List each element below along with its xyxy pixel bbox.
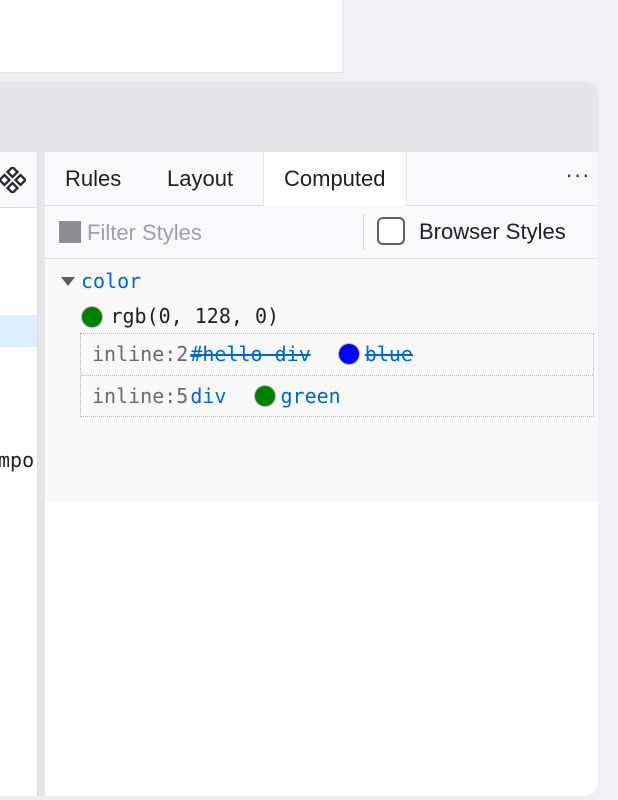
property-name: color [81,269,142,293]
sidebar-tabbar: Rules Layout Computed ··· [45,152,598,206]
matched-value: green [280,384,341,408]
twisty-expanded-icon[interactable] [61,277,75,287]
inspector-markup-panel: mpor [0,152,38,796]
matched-value: blue [364,342,413,366]
selected-markup-node[interactable] [0,315,37,347]
tab-computed[interactable]: Computed [263,152,407,206]
stylesheet-link[interactable]: inline:2 [92,342,188,366]
sidebar-panel: Rules Layout Computed ··· Browser Styles… [45,152,598,796]
pick-element-icon[interactable] [0,167,26,193]
computed-value: rgb(0, 128, 0) [110,304,280,328]
matched-selector-row: inline:5 div green [81,376,593,417]
computed-value-row: rgb(0, 128, 0) [82,302,279,330]
devtools-panel: mpor Rules Layout Computed ··· Browser S… [0,82,598,796]
stylesheet-link[interactable]: inline:5 [92,384,188,408]
color-swatch[interactable] [338,343,359,364]
toolbar-divider [363,214,364,250]
color-swatch[interactable] [254,385,275,406]
computed-property-row[interactable]: color [61,267,141,295]
browser-styles-label[interactable]: Browser Styles [419,219,566,245]
more-tabs-button[interactable]: ··· [564,164,592,190]
matched-selector-row: inline:2 #hello div blue [81,334,593,376]
markup-text: mpor [0,448,37,472]
page-content [0,0,343,73]
color-swatch[interactable] [82,306,102,327]
matched-selector: #hello div [190,342,311,366]
filter-styles-input[interactable] [85,214,359,252]
filter-toolbar: Browser Styles [45,206,598,259]
tab-layout[interactable]: Layout [147,152,253,205]
matched-selectors: inline:2 #hello div blue inline:5 div gree… [80,333,594,417]
computed-properties-list: color rgb(0, 128, 0) inline:2 #hello div … [45,259,598,502]
matched-selector: div [190,384,227,408]
browser-styles-checkbox[interactable] [377,217,405,245]
tab-rules[interactable]: Rules [45,152,141,205]
filter-icon [59,221,81,243]
markup-toolbar [0,152,37,208]
